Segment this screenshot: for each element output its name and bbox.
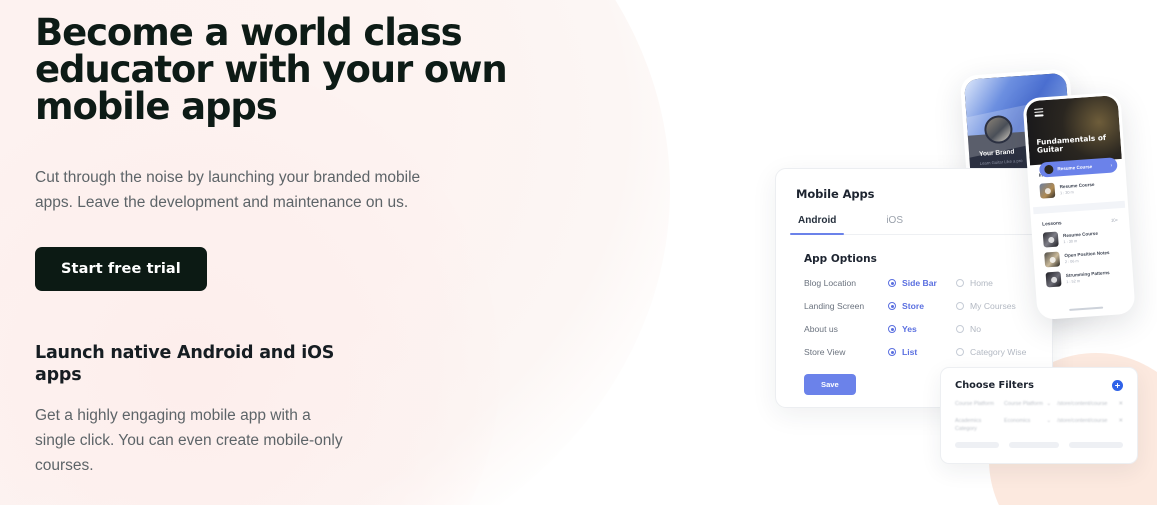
radio-icon-selected[interactable]: [888, 348, 896, 356]
list-item[interactable]: Resume Course 1 : 30 m: [1039, 178, 1116, 199]
radio-label: Store: [902, 301, 924, 311]
section-more-count[interactable]: 10+: [1111, 217, 1118, 222]
option-label: About us: [804, 324, 838, 334]
lesson-meta: Open Position Notes 2 : 06 m: [1064, 250, 1110, 264]
course-title: Fundamentals of Guitar: [1036, 132, 1107, 156]
option-row-store-view: Store View List Category Wise: [804, 347, 1032, 357]
radio-option-list[interactable]: List: [888, 347, 956, 357]
placeholder-bar: [1069, 442, 1123, 449]
placeholder-bar: [1009, 442, 1060, 449]
resume-course-label: Resume Course: [1057, 163, 1093, 172]
radio-label: No: [970, 324, 981, 334]
tab-ios[interactable]: iOS: [884, 215, 905, 234]
radio-option-home[interactable]: Home: [956, 278, 993, 288]
chevron-right-icon: ›: [1110, 162, 1113, 169]
radio-icon-selected[interactable]: [888, 302, 896, 310]
course-thumbnail-icon: [1044, 164, 1054, 175]
option-row-about-us: About us Yes No: [804, 324, 1032, 334]
filter-row: Course Platform Course Platform ⌄ /store…: [955, 400, 1123, 408]
phone-right-screen: Fundamentals of Guitar Resume Course › I…: [1025, 95, 1133, 317]
list-item[interactable]: Open Position Notes 2 : 06 m: [1044, 247, 1121, 268]
chevron-down-icon: ⌄: [1046, 418, 1052, 425]
hero-text-column: Become a world class educator with your …: [35, 14, 565, 478]
start-free-trial-button[interactable]: Start free trial: [35, 247, 207, 292]
lesson-thumbnail: [1044, 251, 1061, 268]
close-icon[interactable]: ✕: [1118, 417, 1123, 425]
radio-option-side-bar[interactable]: Side Bar: [888, 278, 956, 288]
radio-label: My Courses: [970, 301, 1016, 311]
filter-value[interactable]: /store/content/course ✕: [1057, 417, 1123, 425]
section-header: Lessons 10+: [1042, 217, 1118, 227]
feature-heading: Launch native Android and iOS apps: [35, 343, 335, 385]
radio-label: List: [902, 347, 918, 357]
section-divider: [1032, 200, 1126, 215]
radio-option-my-courses[interactable]: My Courses: [956, 301, 1016, 311]
list-item[interactable]: Resume Course 1 : 30 m: [1042, 227, 1120, 248]
filter-select[interactable]: Course Platform ⌄: [1004, 400, 1057, 408]
close-icon[interactable]: ✕: [1118, 400, 1123, 408]
filter-name: Course Platform: [955, 401, 994, 407]
filter-select[interactable]: Economics ⌄: [1004, 417, 1057, 425]
lesson-thumbnail: [1042, 231, 1059, 248]
card-title: Choose Filters: [955, 380, 1034, 391]
radio-icon-selected[interactable]: [888, 325, 896, 333]
app-options-heading: App Options: [804, 253, 877, 265]
filter-value-text: /store/content/course: [1057, 418, 1108, 425]
radio-option-store[interactable]: Store: [888, 301, 956, 311]
page-title: Become a world class educator with your …: [35, 11, 508, 128]
filter-value-text: /store/content/course: [1057, 401, 1108, 407]
lesson-thumbnail: [1039, 182, 1056, 199]
course-hero-image: Fundamentals of Guitar: [1025, 95, 1122, 166]
course-section-lessons: Lessons 10+ Resume Course 1 : 30 m Open …: [1042, 217, 1123, 288]
radio-label: Side Bar: [902, 278, 937, 288]
option-label: Store View: [804, 347, 846, 357]
choose-filters-card: Choose Filters Course Platform Course Pl…: [940, 367, 1138, 464]
option-label: Blog Location: [804, 278, 857, 288]
tab-android[interactable]: Android: [789, 215, 845, 236]
lesson-duration: 1 : 30 m: [1063, 238, 1078, 244]
lesson-meta: Resume Course 1 : 30 m: [1059, 182, 1095, 195]
radio-icon[interactable]: [956, 348, 964, 356]
radio-icon-selected[interactable]: [888, 279, 896, 287]
hero-subtext: Cut through the noise by launching your …: [35, 169, 421, 212]
chevron-down-icon: ⌄: [1046, 401, 1052, 407]
filter-name: Academics Category: [955, 418, 982, 433]
option-label: Landing Screen: [804, 301, 865, 311]
filter-select-value: Economics: [1003, 418, 1031, 425]
lesson-meta: Resume Course 1 : 30 m: [1063, 231, 1099, 244]
option-row-landing-screen: Landing Screen Store My Courses: [804, 301, 1032, 311]
lesson-meta: Strumming Patterns 1 : 52 m: [1066, 270, 1111, 284]
radio-label: Home: [970, 278, 993, 288]
save-button[interactable]: Save: [804, 374, 856, 395]
plus-circle-icon[interactable]: [1112, 380, 1123, 391]
product-screenshot-composition: Your Brand Learn Guitar Like a pro Store…: [740, 0, 1157, 505]
radio-icon[interactable]: [956, 325, 964, 333]
hero-section: Become a world class educator with your …: [0, 0, 1157, 505]
filter-placeholder-bars: [955, 442, 1123, 449]
list-item[interactable]: Strumming Patterns 1 : 52 m: [1045, 267, 1123, 288]
feature-body-text: Get a highly engaging mobile app with a …: [35, 406, 343, 475]
section-title: Lessons: [1042, 221, 1062, 228]
radio-icon[interactable]: [956, 279, 964, 287]
hamburger-icon[interactable]: [1034, 108, 1044, 118]
card-title: Mobile Apps: [796, 187, 875, 201]
filter-select-value: Course Platform: [1003, 401, 1043, 407]
home-indicator: [1069, 306, 1104, 311]
radio-option-no[interactable]: No: [956, 324, 981, 334]
radio-option-yes[interactable]: Yes: [888, 324, 956, 334]
radio-icon[interactable]: [956, 302, 964, 310]
filter-row: Academics Category Economics ⌄ /store/co…: [955, 417, 1123, 433]
option-row-blog-location: Blog Location Side Bar Home: [804, 278, 1032, 288]
phone-mockup-course: Fundamentals of Guitar Resume Course › I…: [1022, 91, 1136, 321]
radio-label: Category Wise: [970, 347, 1027, 357]
filter-value[interactable]: /store/content/course ✕: [1057, 400, 1123, 408]
placeholder-bar: [955, 442, 1000, 449]
radio-label: Yes: [902, 324, 917, 334]
lesson-duration: 1 : 30 m: [1059, 190, 1074, 196]
platform-tabs: Android iOS: [789, 215, 1032, 236]
lesson-thumbnail: [1045, 271, 1062, 288]
radio-option-category-wise[interactable]: Category Wise: [956, 347, 1026, 357]
card-header: Choose Filters: [955, 380, 1123, 391]
